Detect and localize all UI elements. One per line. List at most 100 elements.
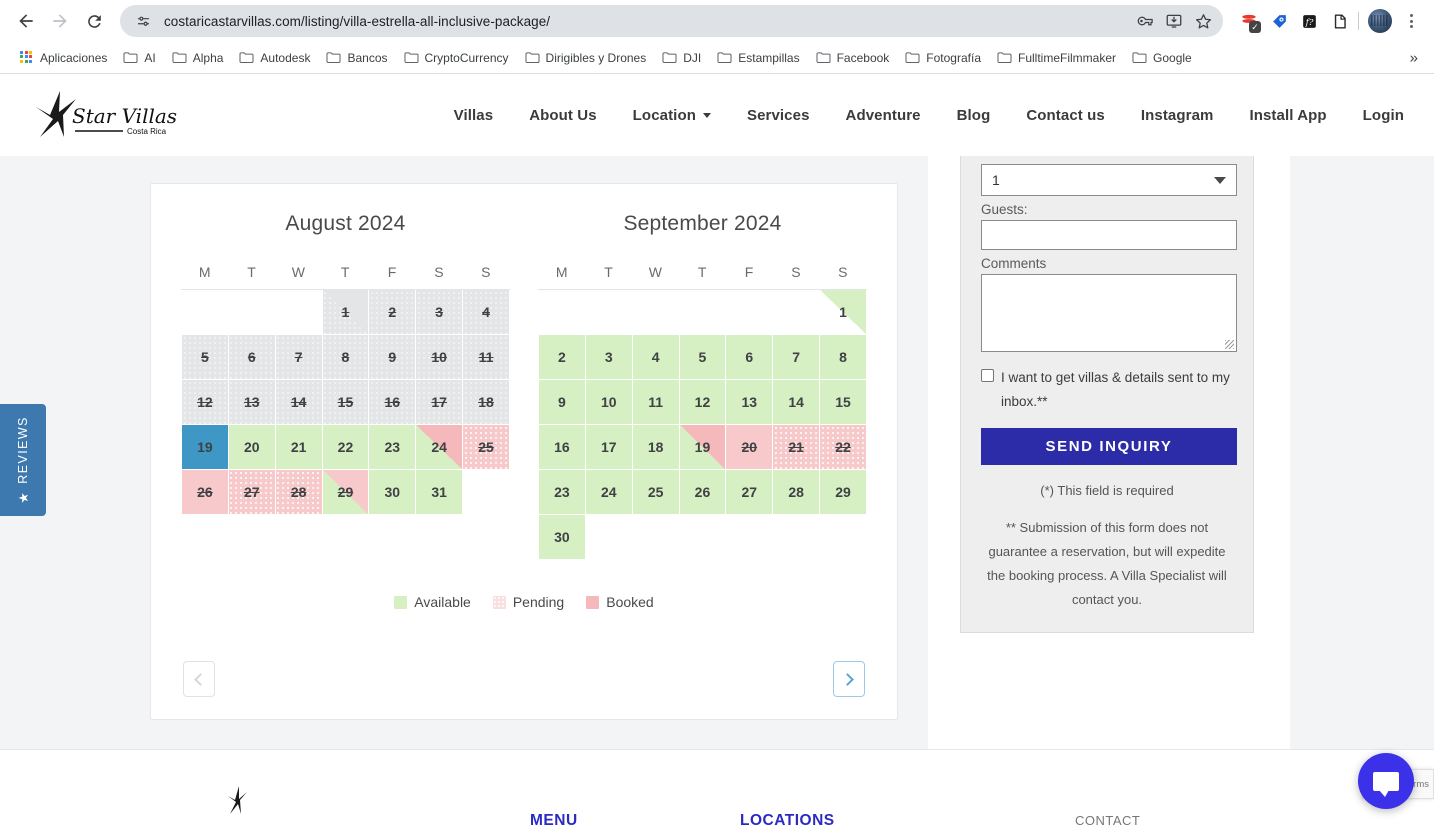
star-icon: ★ [15,490,31,504]
calendar-legend: Available Pending Booked [151,560,897,610]
calendar-day-cell[interactable]: 12 [678,379,727,425]
password-key-icon[interactable] [1135,11,1155,31]
content-area: ★ REVIEWS August 2024 M T W T F S S 1 2 … [0,156,1434,827]
profile-avatar[interactable] [1368,9,1392,33]
bookmark-fulltimefilmmaker[interactable]: FulltimeFilmmaker [989,48,1124,68]
calendar-day-cell[interactable]: 25 [631,469,680,515]
bookmarks-overflow-button[interactable]: » [1404,47,1424,68]
calendar-empty-cell [584,514,633,560]
calendar-day-cell[interactable]: 15 [819,379,867,425]
calendar-day-cell[interactable]: 29 [321,469,370,515]
day-number: 15 [835,394,851,410]
calendar-day-cell[interactable]: 22 [819,424,867,470]
calendar-day-cell[interactable]: 5 [678,334,727,380]
calendar-day-cell[interactable]: 4 [631,334,680,380]
optin-checkbox[interactable] [981,369,994,382]
weekday-header: M [181,264,229,290]
calendar-day-cell[interactable]: 30 [368,469,417,515]
calendar-prev-button[interactable] [183,661,215,697]
calendar-day-cell[interactable]: 23 [368,424,417,470]
extension-fx-icon[interactable]: f? [1299,11,1319,31]
calendar-day-cell[interactable]: 30 [538,514,586,560]
nav-item-login[interactable]: Login [1345,107,1404,124]
calendar-day-cell[interactable]: 20 [227,424,276,470]
send-inquiry-button[interactable]: SEND INQUIRY [981,428,1237,465]
bookmark-ai[interactable]: AI [115,48,163,68]
calendar-day-cell[interactable]: 14 [772,379,821,425]
calendar-day-cell[interactable]: 7 [772,334,821,380]
calendar-day-cell[interactable]: 16 [538,424,586,470]
nav-item-adventure[interactable]: Adventure [828,107,939,124]
nav-item-instagram[interactable]: Instagram [1123,107,1232,124]
nav-item-location[interactable]: Location [615,107,729,124]
calendar-day-cell[interactable]: 17 [584,424,633,470]
bookmark-cryptocurrency[interactable]: CryptoCurrency [396,48,517,68]
calendar-day-cell[interactable]: 29 [819,469,867,515]
site-logo[interactable]: Star Villas Costa Rica [28,85,328,145]
url-text[interactable]: costaricastarvillas.com/listing/villa-es… [156,14,1135,29]
install-app-icon[interactable] [1164,11,1184,31]
calendar-day-cell[interactable]: 27 [227,469,276,515]
calendar-day-cell[interactable]: 26 [181,469,229,515]
calendar-day-cell[interactable]: 27 [725,469,774,515]
extension-blue-tag-icon[interactable] [1269,11,1289,31]
bookmark-dji[interactable]: DJI [654,48,709,68]
nav-item-services[interactable]: Services [729,107,828,124]
reviews-side-tab[interactable]: ★ REVIEWS [0,404,46,516]
bookmark-google[interactable]: Google [1124,48,1200,68]
calendar-day-cell[interactable]: 21 [274,424,323,470]
chrome-menu-button[interactable] [1398,8,1424,34]
site-info-icon[interactable] [130,8,156,34]
calendar-next-button[interactable] [833,661,865,697]
bookmark-bancos[interactable]: Bancos [318,48,395,68]
chat-widget-button[interactable] [1358,753,1414,809]
back-button[interactable] [10,5,42,37]
nav-item-blog[interactable]: Blog [939,107,1009,124]
calendar-day-cell[interactable]: 22 [321,424,370,470]
nav-item-about-us[interactable]: About Us [511,107,614,124]
calendar-day-cell[interactable]: 2 [538,334,586,380]
nights-select[interactable]: 1 [981,164,1237,196]
comments-textarea[interactable] [982,275,1236,351]
resize-handle[interactable] [1225,340,1234,349]
forward-button[interactable] [44,5,76,37]
calendar-day-cell[interactable]: 25 [462,424,510,470]
calendar-day-cell[interactable]: 13 [725,379,774,425]
calendar-day-cell[interactable]: 18 [631,424,680,470]
calendar-day-cell[interactable]: 9 [538,379,586,425]
calendar-day-cell[interactable]: 26 [678,469,727,515]
extension-red-icon[interactable]: ✓ [1239,11,1261,33]
calendar-day-cell[interactable]: 28 [772,469,821,515]
bookmark-estampillas[interactable]: Estampillas [709,48,807,68]
calendar-day-cell[interactable]: 11 [631,379,680,425]
bookmark-fotografia[interactable]: Fotografía [897,48,989,68]
bookmark-star-icon[interactable] [1193,11,1213,31]
bookmark-dirigibles-y-drones[interactable]: Dirigibles y Drones [517,48,655,68]
nav-item-villas[interactable]: Villas [436,107,512,124]
extension-clipboard-icon[interactable] [1329,11,1349,31]
calendar-day-cell[interactable]: 19 [181,424,229,470]
optin-row[interactable]: I want to get villas & details sent to m… [981,352,1233,414]
calendar-day-cell[interactable]: 20 [725,424,774,470]
calendar-day-cell[interactable]: 24 [584,469,633,515]
calendar-day-cell[interactable]: 31 [415,469,464,515]
calendar-day-cell[interactable]: 10 [584,379,633,425]
calendar-day-cell[interactable]: 21 [772,424,821,470]
calendar-day-cell[interactable]: 23 [538,469,586,515]
bookmark-apps[interactable]: Aplicaciones [12,48,115,68]
calendar-day-cell[interactable]: 8 [819,334,867,380]
bookmark-autodesk[interactable]: Autodesk [231,48,318,68]
calendar-day-cell[interactable]: 28 [274,469,323,515]
nav-item-install-app[interactable]: Install App [1231,107,1344,124]
guests-input[interactable] [981,220,1237,250]
bookmark-facebook[interactable]: Facebook [808,48,898,68]
calendar-day-cell[interactable]: 24 [415,424,464,470]
nav-item-contact-us[interactable]: Contact us [1008,107,1123,124]
calendar-day-cell[interactable]: 6 [725,334,774,380]
svg-text:f?: f? [1304,18,1313,28]
address-bar[interactable]: costaricastarvillas.com/listing/villa-es… [120,5,1223,37]
calendar-day-cell[interactable]: 3 [584,334,633,380]
calendar-day-cell[interactable]: 19 [678,424,727,470]
reload-button[interactable] [78,5,110,37]
bookmark-alpha[interactable]: Alpha [164,48,232,68]
